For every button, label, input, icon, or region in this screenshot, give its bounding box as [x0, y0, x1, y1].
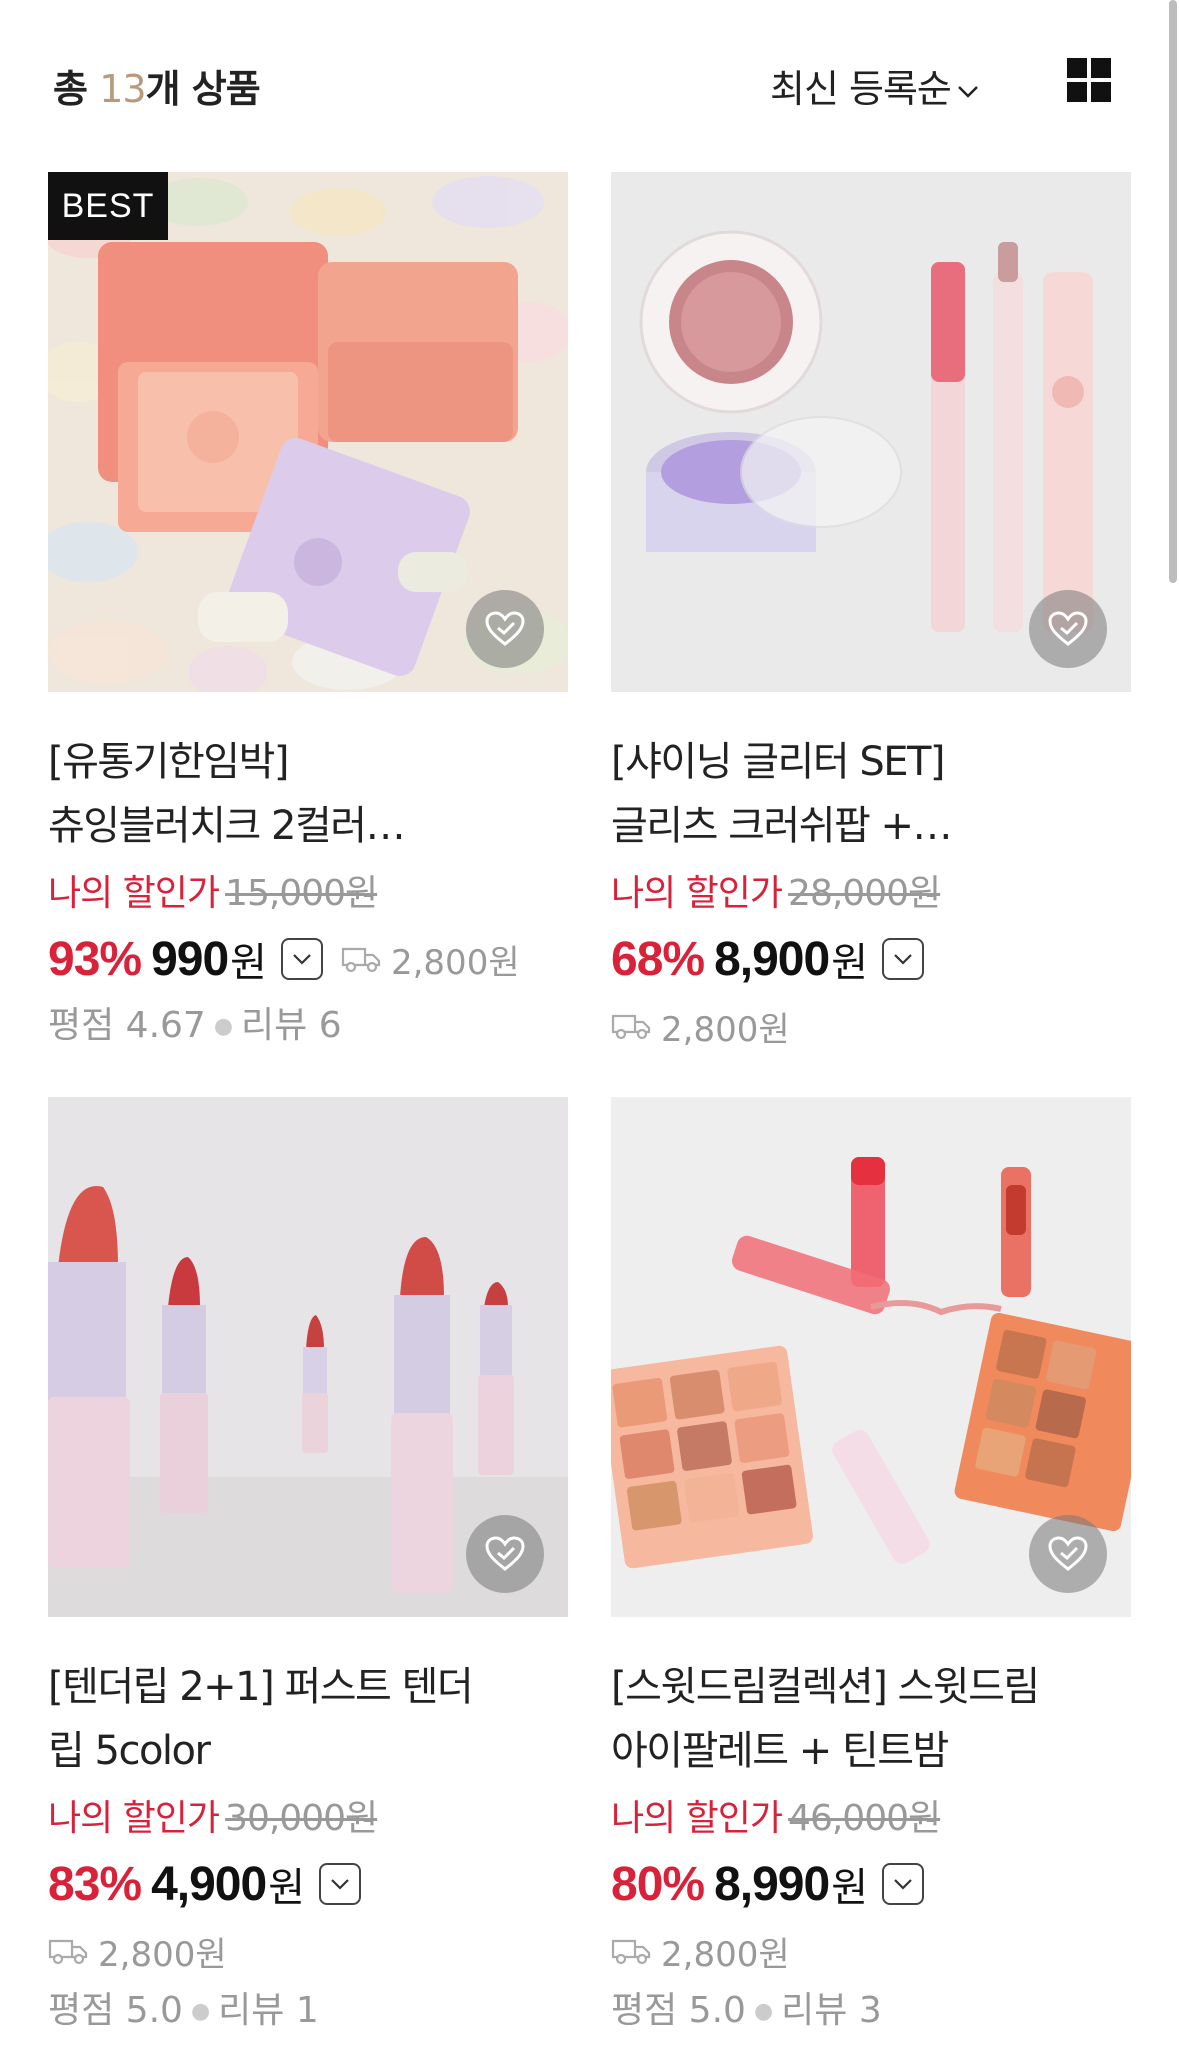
truck-icon: [341, 947, 381, 973]
sort-label: 최신 등록순: [770, 67, 952, 111]
review-count: 리뷰 3: [781, 1990, 882, 2031]
product-title[interactable]: [스윗드림컬렉션] 스윗드림 아이팔레트 + 틴트밤: [611, 1655, 1131, 1783]
chevron-down-icon: [894, 1879, 912, 1890]
sale-price: 4,900: [151, 1857, 267, 1911]
product-image[interactable]: BEST: [48, 172, 568, 692]
product-card[interactable]: [스윗드림컬렉션] 스윗드림 아이팔레트 + 틴트밤 나의 할인가 46,000원…: [611, 1097, 1131, 2037]
discount-label: 나의 할인가: [611, 1798, 783, 1839]
rating: 평점 4.67: [48, 1005, 206, 1046]
product-title[interactable]: [유통기한임박] 츄잉블러치크 2컬러…: [48, 730, 568, 858]
original-price-row: 나의 할인가 28,000원: [611, 868, 1131, 920]
price-detail-toggle[interactable]: [280, 938, 323, 980]
price-detail-toggle[interactable]: [882, 1863, 925, 1905]
chevron-down-icon: [331, 1879, 349, 1890]
shipping-fee: 2,800원: [611, 1000, 1131, 1052]
shipping-fee: 2,800원: [48, 1925, 568, 1977]
original-price: 46,000원: [788, 1798, 941, 1839]
original-price-row: 나의 할인가 46,000원: [611, 1793, 1131, 1845]
product-count: 총 13개 상품: [53, 67, 261, 111]
chevron-down-icon: [293, 954, 311, 965]
rating-review: 평점 5.0 ● 리뷰 3: [611, 1990, 882, 2031]
chevron-down-icon: [957, 64, 979, 108]
sort-dropdown[interactable]: 최신 등록순: [770, 58, 979, 113]
rating-review: 평점 5.0 ● 리뷰 1: [48, 1990, 319, 2031]
price-row: 83% 4,900 원: [48, 1851, 568, 1917]
wishlist-heart-icon[interactable]: [1029, 590, 1107, 668]
currency: 원: [230, 940, 267, 986]
original-price: 15,000원: [225, 873, 378, 914]
discount-rate: 80%: [611, 1857, 705, 1911]
shipping-fee: 2,800원: [341, 935, 520, 984]
scrollbar[interactable]: [1169, 0, 1177, 583]
product-card[interactable]: [샤이닝 글리터 SET] 글리츠 크러쉬팝 +… 나의 할인가 28,000원 …: [611, 172, 1131, 1052]
original-price: 28,000원: [788, 873, 941, 914]
product-title[interactable]: [텐더립 2+1] 퍼스트 텐더 립 5color: [48, 1655, 568, 1783]
product-count-number: 13: [99, 67, 146, 111]
product-image[interactable]: [611, 172, 1131, 692]
list-header: 총 13개 상품 최신 등록순: [0, 0, 1179, 165]
grid-view-icon[interactable]: [1067, 58, 1111, 102]
price-detail-toggle[interactable]: [882, 938, 925, 980]
currency: 원: [831, 1865, 869, 1911]
rating-review: 평점 4.67 ● 리뷰 6: [48, 1005, 342, 1046]
review-count: 리뷰 6: [241, 1005, 342, 1046]
sale-price: 8,990: [714, 1857, 830, 1911]
price-row: 93% 990 원 2,800원: [48, 926, 568, 992]
original-price: 30,000원: [225, 1798, 378, 1839]
price-detail-toggle[interactable]: [319, 1863, 362, 1905]
product-image[interactable]: [48, 1097, 568, 1617]
truck-icon: [611, 1014, 651, 1040]
discount-label: 나의 할인가: [611, 873, 783, 914]
currency: 원: [831, 940, 869, 986]
currency: 원: [268, 1865, 306, 1911]
best-badge: BEST: [48, 172, 168, 240]
product-card[interactable]: BEST [유통기한임박] 츄잉블러치크 2컬러… 나의 할인가 15,000원 …: [48, 172, 568, 1052]
discount-label: 나의 할인가: [48, 1798, 220, 1839]
truck-icon: [611, 1939, 651, 1965]
original-price-row: 나의 할인가 15,000원: [48, 868, 568, 920]
price-row: 80% 8,990 원: [611, 1851, 1131, 1917]
rating: 평점 5.0: [48, 1990, 183, 2031]
wishlist-heart-icon[interactable]: [466, 590, 544, 668]
discount-rate: 93%: [48, 932, 142, 986]
rating: 평점 5.0: [611, 1990, 746, 2031]
product-card[interactable]: [텐더립 2+1] 퍼스트 텐더 립 5color 나의 할인가 30,000원 …: [48, 1097, 568, 2037]
shipping-fee: 2,800원: [611, 1925, 1131, 1977]
sale-price: 990: [151, 932, 229, 986]
wishlist-heart-icon[interactable]: [466, 1515, 544, 1593]
discount-label: 나의 할인가: [48, 873, 220, 914]
review-count: 리뷰 1: [218, 1990, 319, 2031]
chevron-down-icon: [894, 954, 912, 965]
sale-price: 8,900: [714, 932, 830, 986]
price-row: 68% 8,900 원: [611, 926, 1131, 992]
wishlist-heart-icon[interactable]: [1029, 1515, 1107, 1593]
product-title[interactable]: [샤이닝 글리터 SET] 글리츠 크러쉬팝 +…: [611, 730, 1131, 858]
truck-icon: [48, 1939, 88, 1965]
product-image[interactable]: [611, 1097, 1131, 1617]
discount-rate: 68%: [611, 932, 705, 986]
discount-rate: 83%: [48, 1857, 142, 1911]
original-price-row: 나의 할인가 30,000원: [48, 1793, 568, 1845]
